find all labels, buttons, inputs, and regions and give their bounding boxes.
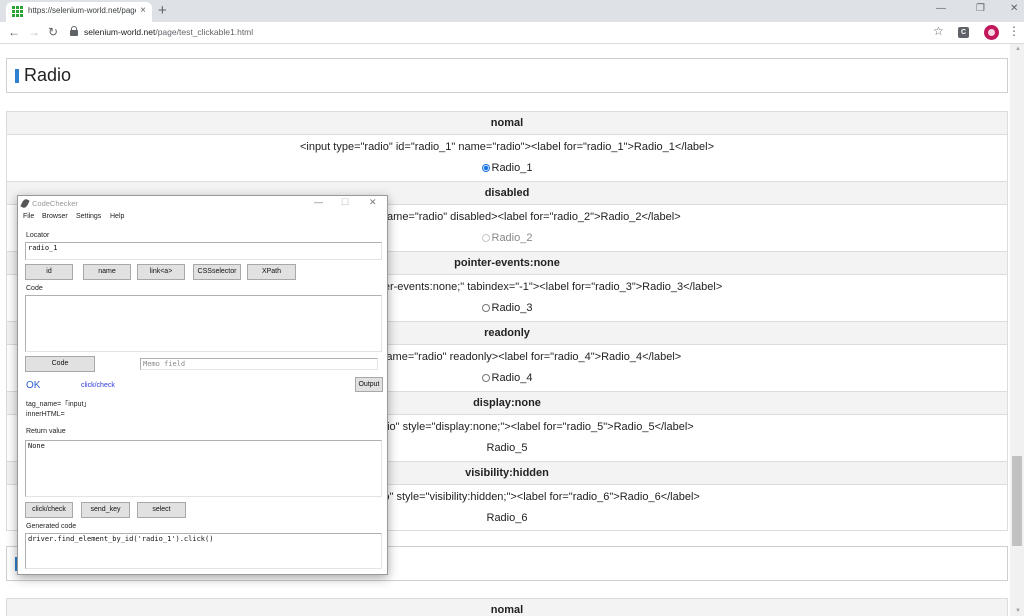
menu-file[interactable]: File <box>23 213 34 220</box>
window-restore-button[interactable]: ❐ <box>976 3 985 14</box>
browser-tab[interactable]: https://selenium-world.net/page × <box>6 2 152 22</box>
locator-link-button[interactable]: link<a> <box>137 264 185 280</box>
send-key-button[interactable]: send_key <box>81 502 130 518</box>
memo-field[interactable]: Memo field <box>140 358 378 370</box>
locator-name-button[interactable]: name <box>83 264 131 280</box>
return-value-label: Return value <box>26 428 66 435</box>
radio-label[interactable]: Radio_6 <box>487 512 528 524</box>
radio-unchecked-icon[interactable] <box>481 374 490 382</box>
radio-label: Radio_2 <box>491 232 533 244</box>
codechecker-titlebar[interactable]: CodeChecker — ☐ ✕ <box>18 196 387 211</box>
forward-button[interactable]: → <box>28 25 40 39</box>
url-host: selenium-world.net <box>84 27 156 37</box>
extension-icon[interactable]: C <box>958 27 969 38</box>
status-ok-text: OK <box>26 380 41 391</box>
cc-minimize-button[interactable]: — <box>314 197 323 207</box>
locator-xpath-button[interactable]: XPath <box>247 264 296 280</box>
radio-checked-icon[interactable] <box>481 164 490 172</box>
case-header: nomal <box>6 598 1008 616</box>
radio-label[interactable]: Radio_3 <box>492 302 533 314</box>
click-check-link[interactable]: click/check <box>81 382 115 389</box>
menu-help[interactable]: Help <box>110 213 124 220</box>
case-header: nomal <box>6 111 1008 134</box>
page-title: Radio <box>24 65 72 85</box>
inner-html-text: innerHTML= <box>26 411 65 418</box>
page-scrollbar[interactable]: ▲ ▼ <box>1010 44 1024 616</box>
tab-close-icon[interactable]: × <box>140 5 146 16</box>
return-value-textarea[interactable]: None <box>25 440 382 497</box>
tag-name-text: tag_name=「input」 <box>26 401 91 408</box>
locator-input[interactable]: radio_1 <box>25 242 382 260</box>
click-check-button[interactable]: click/check <box>25 502 73 518</box>
cc-maximize-button[interactable]: ☐ <box>341 197 349 208</box>
browser-menu-icon[interactable]: ⋮ <box>1008 24 1020 38</box>
address-bar[interactable]: selenium-world.net/page/test_clickable1.… <box>84 27 253 37</box>
scrollbar-thumb[interactable] <box>1012 456 1022 546</box>
scroll-down-icon[interactable]: ▼ <box>1015 608 1021 614</box>
locator-css-button[interactable]: CSSselector <box>193 264 241 280</box>
url-path: /page/test_clickable1.html <box>155 27 254 37</box>
generated-code-textarea[interactable]: driver.find_element_by_id('radio_1').cli… <box>25 533 382 569</box>
radio-option[interactable]: Radio_1 <box>7 159 1007 179</box>
code-button[interactable]: Code <box>25 356 95 372</box>
select-button[interactable]: select <box>137 502 186 518</box>
output-button[interactable]: Output <box>355 377 383 392</box>
codechecker-title: CodeChecker <box>32 199 78 208</box>
scroll-up-icon[interactable]: ▲ <box>1015 46 1021 52</box>
code-label: Code <box>26 285 43 292</box>
generated-code-label: Generated code <box>26 523 77 530</box>
back-button[interactable]: ← <box>8 25 20 39</box>
section-title-box: Radio <box>6 58 1008 93</box>
bookmark-star-icon[interactable]: ☆ <box>933 24 944 38</box>
codechecker-menubar: File Browser Settings Help <box>18 212 387 223</box>
case-row: <input type="radio" id="radio_1" name="r… <box>6 134 1008 181</box>
browser-tabbar: https://selenium-world.net/page × + — ❐ … <box>0 0 1024 22</box>
title-accent-bar <box>15 69 19 83</box>
radio-label[interactable]: Radio_5 <box>487 442 528 454</box>
case-code: <input type="radio" id="radio_1" name="r… <box>299 141 715 153</box>
site-favicon-icon <box>12 6 23 17</box>
menu-browser[interactable]: Browser <box>42 213 68 220</box>
tab-title: https://selenium-world.net/page <box>28 6 136 15</box>
radio-label[interactable]: Radio_4 <box>492 372 533 384</box>
radio-unchecked-icon[interactable] <box>481 304 490 312</box>
locator-id-button[interactable]: id <box>25 264 73 280</box>
radio-disabled-icon <box>481 234 490 242</box>
locator-label: Locator <box>26 232 50 239</box>
code-textarea[interactable] <box>25 295 382 352</box>
window-close-button[interactable]: ✕ <box>1010 3 1018 14</box>
window-minimize-button[interactable]: — <box>936 3 946 14</box>
codechecker-window: CodeChecker — ☐ ✕ File Browser Settings … <box>17 195 388 575</box>
profile-avatar[interactable] <box>984 25 999 40</box>
browser-toolbar: ← → ↻ selenium-world.net/page/test_click… <box>0 22 1024 44</box>
radio-label[interactable]: Radio_1 <box>492 162 533 174</box>
reload-button[interactable]: ↻ <box>48 25 58 39</box>
cc-close-button[interactable]: ✕ <box>369 197 377 208</box>
feather-icon <box>20 198 30 209</box>
lock-icon <box>70 26 78 36</box>
menu-settings[interactable]: Settings <box>76 213 101 220</box>
new-tab-button[interactable]: + <box>158 2 167 19</box>
